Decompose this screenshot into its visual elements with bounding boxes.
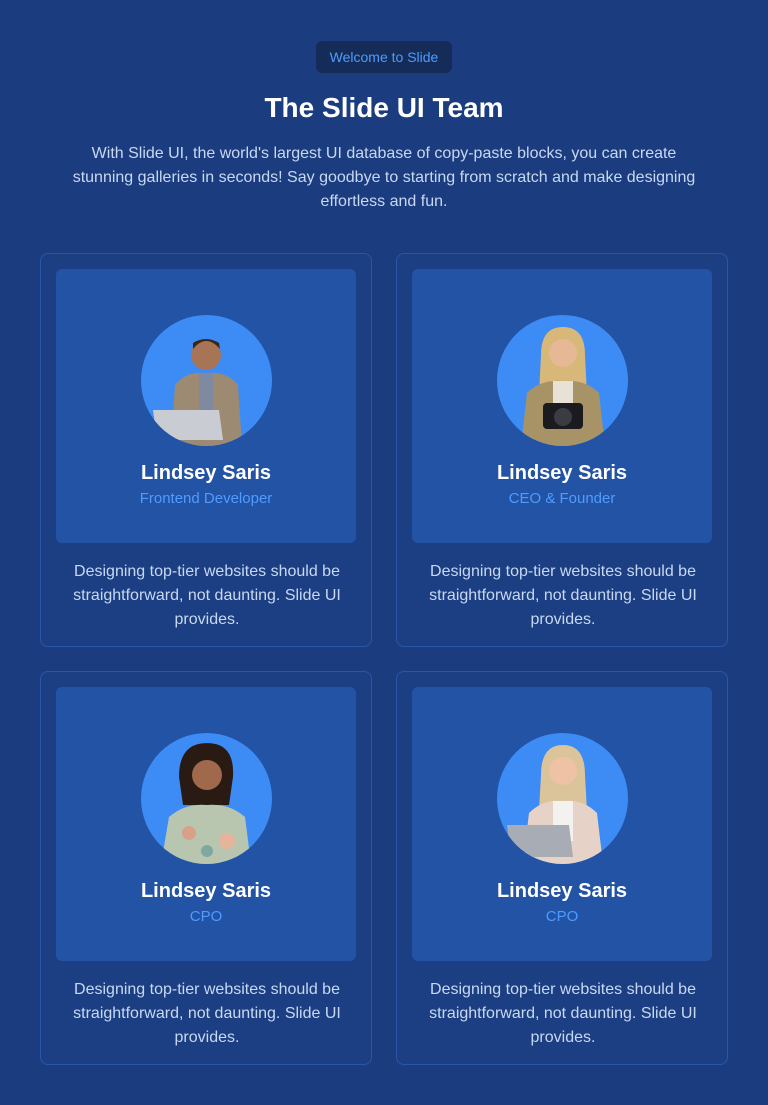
page-title: The Slide UI Team <box>264 92 504 123</box>
member-role: CPO <box>545 908 579 925</box>
member-name: Lindsey Saris <box>140 462 272 484</box>
team-card-profile-panel: Lindsey Saris CEO & Founder <box>412 269 712 543</box>
member-name: Lindsey Saris <box>140 880 272 902</box>
woman-with-camera-photo <box>497 315 628 446</box>
member-name: Lindsey Saris <box>496 880 628 902</box>
member-description: Designing top-tier websites should be st… <box>429 563 697 628</box>
team-card: Lindsey Saris Frontend Developer Designi… <box>40 253 372 647</box>
member-description: Designing top-tier websites should be st… <box>429 981 697 1046</box>
member-name: Lindsey Saris <box>496 462 628 484</box>
page-subtitle: With Slide UI, the world's largest UI da… <box>72 145 696 210</box>
team-card-profile-panel: Lindsey Saris CPO <box>56 687 356 961</box>
man-with-laptop-photo <box>141 315 272 446</box>
team-card-profile-panel: Lindsey Saris Frontend Developer <box>56 269 356 543</box>
member-role: CEO & Founder <box>508 490 616 507</box>
member-role: CPO <box>189 908 223 925</box>
team-card: Lindsey Saris CEO & Founder Designing to… <box>396 253 728 647</box>
woman-curly-hair-photo <box>141 733 272 864</box>
team-card: Lindsey Saris CPO Designing top-tier web… <box>40 671 372 1065</box>
member-description: Designing top-tier websites should be st… <box>73 981 341 1046</box>
team-card: Lindsey Saris CPO Designing top-tier web… <box>396 671 728 1065</box>
team-card-profile-panel: Lindsey Saris CPO <box>412 687 712 961</box>
member-description: Designing top-tier websites should be st… <box>73 563 341 628</box>
woman-with-tablet-photo <box>497 733 628 864</box>
member-role: Frontend Developer <box>139 490 273 507</box>
welcome-badge: Welcome to Slide <box>316 41 452 73</box>
